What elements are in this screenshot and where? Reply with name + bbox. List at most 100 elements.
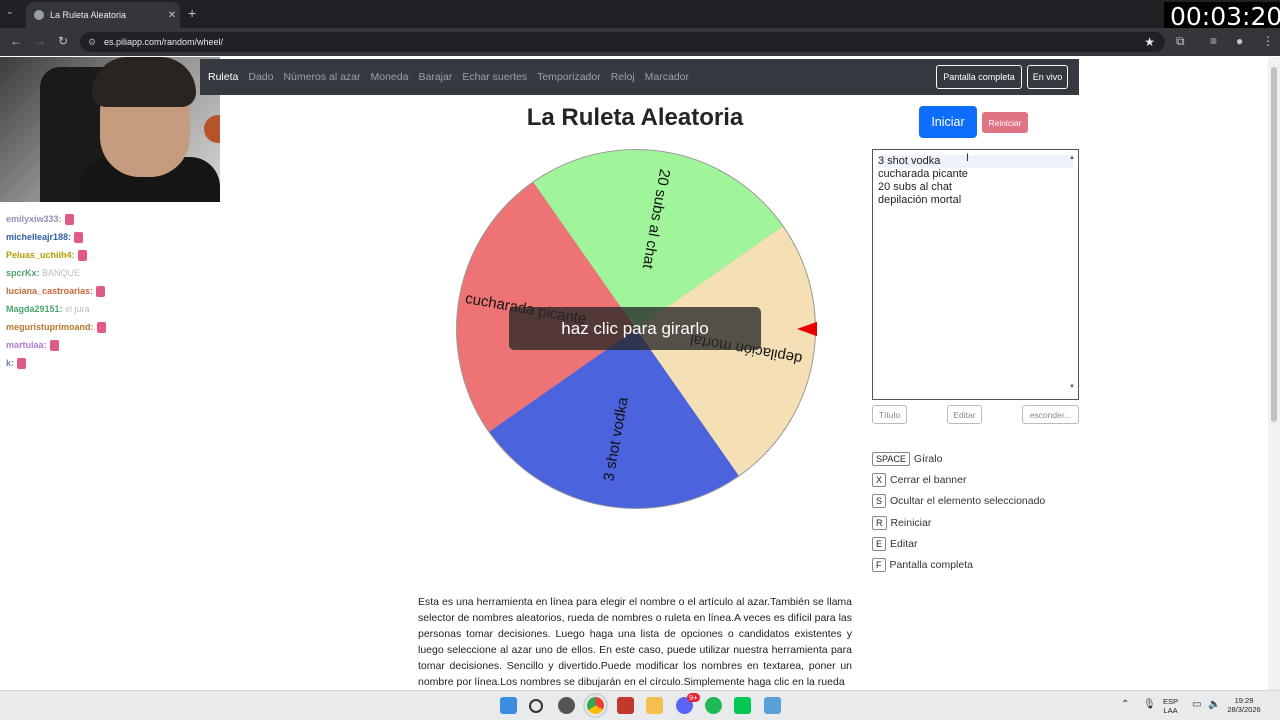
chat-message: Peluas_uchiih4: [6,246,206,264]
description-text: Esta es una herramienta en línea para el… [418,596,852,688]
shortcut-row: S Ocultar el elemento seleccionado [872,491,1045,512]
nav-link-7[interactable]: Reloj [611,71,635,83]
chat-username[interactable]: martulaa: [6,340,47,350]
live-button[interactable]: En vivo [1027,65,1068,89]
shortcut-key: E [872,536,887,551]
hide-button[interactable]: esconder... [1022,405,1079,424]
network-icon[interactable]: ▭ [1192,699,1201,710]
tab-search-icon[interactable]: ⌄ [6,6,14,17]
back-icon[interactable]: ← [10,34,22,48]
chat-username[interactable]: michelleajr188: [6,232,71,242]
shortcut-label: Pantalla completa [889,559,973,572]
browser-tab-bar: ⌄ La Ruleta Aleatoria ✕ + [0,0,1280,28]
option-line: 20 subs al chat [878,181,952,193]
shortcut-label: Ocultar el elemento seleccionado [890,495,1046,508]
scroll-down-icon[interactable]: ▼ [1069,381,1075,394]
nav-link-2[interactable]: Números al azar [283,71,360,83]
scroll-up-icon[interactable]: ▲ [1069,152,1075,165]
shortcut-key: S [872,494,887,509]
language-indicator[interactable]: ESP LAA [1163,697,1178,715]
reset-button[interactable]: Reiniciar [982,112,1028,133]
nav-link-8[interactable]: Marcador [645,71,689,83]
nav-link-5[interactable]: Echar suertes [462,71,527,83]
emote-icon [96,286,106,298]
chat-message: meguristuprimoand: [6,318,206,336]
clock-date: 28/3/2026 [1227,705,1261,714]
shortcut-key: F [872,558,886,573]
chat-message: k: [6,354,206,372]
shortcut-key: X [872,472,887,487]
chrome-icon[interactable] [583,693,608,718]
nav-link-3[interactable]: Moneda [371,71,409,83]
fullscreen-button[interactable]: Pantalla completa [936,65,1022,89]
clock[interactable]: 19:29 28/3/2026 [1226,696,1262,714]
obs-icon[interactable] [558,697,575,714]
browser-toolbar: ← → ↻ ⚙ es.piliapp.com/random/wheel/ ★ ⧉… [0,28,1280,56]
discord-badge: 9+ [687,693,700,702]
media-icon[interactable]: ≡ [1210,34,1217,48]
browser-tab[interactable]: La Ruleta Aleatoria ✕ [26,2,180,28]
nav-link-4[interactable]: Barajar [418,71,452,83]
shortcut-label: Cerrar el banner [890,473,967,486]
page-title: La Ruleta Aleatoria [526,104,744,131]
chat-username[interactable]: emilyxiw333: [6,214,62,224]
nav-link-1[interactable]: Dado [248,71,273,83]
spotify-icon[interactable] [705,697,722,714]
chat-message: emilyxiw333: [6,210,206,228]
file-explorer-icon[interactable] [646,697,663,714]
page-scrollbar[interactable] [1268,57,1280,690]
chat-message: Magda29151: el jura [6,300,206,318]
textarea-scrollbar[interactable]: ▲ ▼ [1068,151,1077,398]
language-code: ESP [1163,697,1179,706]
shortcut-label: Gíralo [913,452,943,465]
start-button[interactable]: Iniciar [919,106,977,138]
kick-icon[interactable] [734,697,751,714]
spin-overlay[interactable]: haz clic para girarlo [509,307,761,350]
edit-button[interactable]: Editar [947,405,982,424]
media-app-icon[interactable] [617,697,634,714]
url-text: es.piliapp.com/random/wheel/ [104,37,224,47]
menu-dots-icon[interactable]: ⋮ [1262,34,1274,48]
close-tab-icon[interactable]: ✕ [164,10,180,21]
shortcut-key: R [872,515,887,530]
favicon-icon [34,10,44,20]
profile-avatar-icon[interactable]: ● [1236,34,1243,48]
new-tab-icon[interactable]: + [188,5,196,21]
microphone-icon[interactable]: 🎙 [1143,699,1156,710]
webcam-overlay [0,57,220,202]
chat-username[interactable]: k: [6,358,14,368]
extensions-icon[interactable]: ⧉ [1176,34,1185,49]
options-textarea[interactable]: 3 shot vodka cucharada picante 20 subs al … [872,149,1079,400]
windows-start-icon[interactable] [500,697,517,714]
chat-username[interactable]: spcrKx: [6,268,40,278]
windows-taskbar: 9+ ⌃ 🎙 ESP LAA ▭ 🔈 19:29 28/3/2026 [0,690,1280,720]
emote-icon [96,322,106,334]
volume-icon[interactable]: 🔈 [1208,699,1220,710]
nav-link-0[interactable]: Ruleta [208,71,238,83]
site-info-icon[interactable]: ⚙ [88,32,96,52]
bookmark-star-icon[interactable]: ★ [1144,32,1155,52]
chat-username[interactable]: luciana_castroarias: [6,286,93,296]
nav-link-6[interactable]: Temporizador [537,71,601,83]
address-bar[interactable]: ⚙ es.piliapp.com/random/wheel/ ★ [80,32,1165,52]
emote-icon [64,214,74,226]
nav-links: Ruleta Dado Números al azar Moneda Barajar Ec… [208,59,699,95]
page-scrollbar-thumb[interactable] [1271,67,1277,422]
reload-icon[interactable]: ↻ [58,34,68,48]
chat-username[interactable]: Peluas_uchiih4: [6,250,75,260]
emote-icon [77,250,87,262]
chat-text: BANQUE [39,268,81,278]
notepad-icon[interactable] [764,697,781,714]
tray-chevron-icon[interactable]: ⌃ [1121,699,1129,710]
chat-username[interactable]: meguristuprimoand: [6,322,94,332]
option-line: 3 shot vodka [878,155,1073,168]
emote-icon [17,358,27,370]
shortcut-label: Editar [890,537,918,550]
shortcut-row: R Reiniciar [872,512,1045,533]
text-cursor-icon: I [966,152,970,164]
chat-username[interactable]: Magda29151: [6,304,63,314]
title-button[interactable]: Título [872,405,907,424]
forward-icon[interactable]: → [34,34,46,48]
search-icon[interactable] [529,699,543,713]
language-region: LAA [1163,706,1178,715]
